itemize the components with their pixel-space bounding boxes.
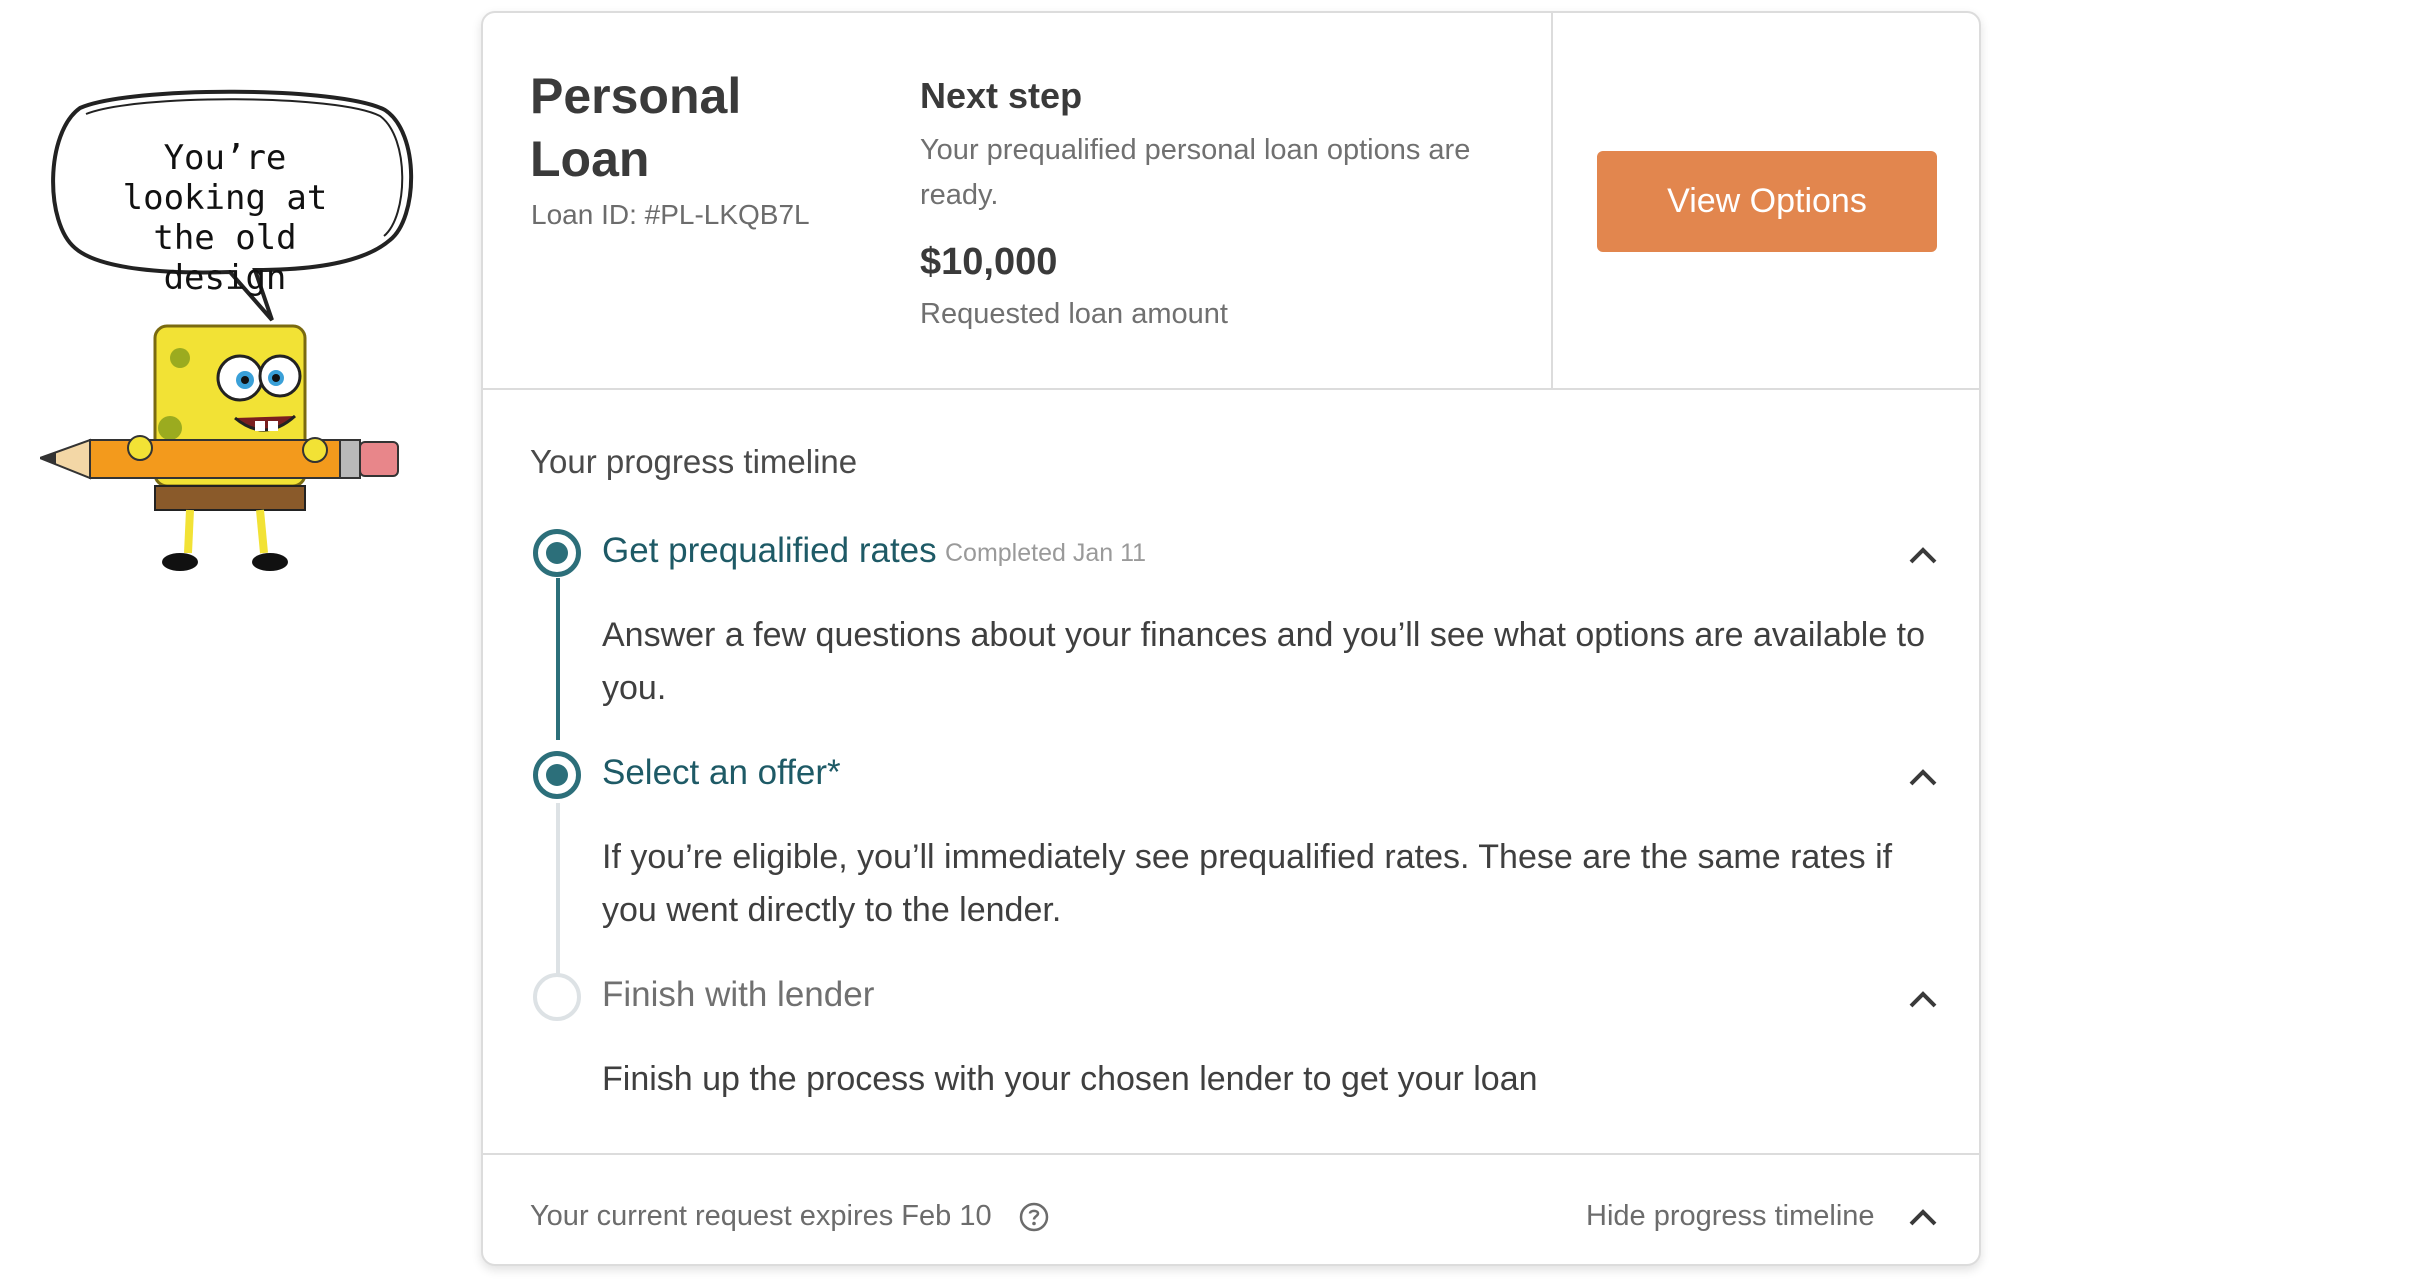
request-expiry-text: Your current request expires Feb 10: [530, 1200, 992, 1232]
cartoon-character-icon: [40, 324, 399, 571]
chevron-up-icon[interactable]: [1906, 765, 1940, 789]
step-description-finish-lender: Finish up the process with your chosen l…: [602, 1060, 1538, 1098]
view-options-button[interactable]: View Options: [1597, 151, 1937, 252]
requested-amount-label: Requested loan amount: [920, 298, 1228, 330]
loan-card: Personal Loan Loan ID: #PL-LKQB7L Next s…: [481, 11, 1981, 1266]
loan-summary: Personal Loan Loan ID: #PL-LKQB7L Next s…: [483, 13, 1979, 390]
loan-id: Loan ID: #PL-LKQB7L: [531, 199, 810, 230]
step-title-select-offer[interactable]: Select an offer*: [602, 753, 841, 793]
step-title-prequalified[interactable]: Get prequalified rates: [602, 531, 937, 571]
summary-divider: [1551, 13, 1553, 390]
help-circle-icon[interactable]: [1018, 1201, 1050, 1233]
step-completed-date: Completed Jan 11: [945, 539, 1147, 567]
step-title-finish-lender[interactable]: Finish with lender: [602, 975, 874, 1015]
old-design-sticker: You’re looking at the old design: [40, 88, 420, 578]
loan-title: Personal Loan: [530, 68, 742, 187]
step-description-select-offer: If you’re eligible, you’ll immediately s…: [602, 838, 1893, 929]
timeline-heading: Your progress timeline: [530, 443, 858, 480]
step-status-icon: [533, 751, 581, 799]
requested-amount: $10,000: [920, 241, 1058, 283]
step-description-prequalified: Answer a few questions about your financ…: [602, 616, 1926, 707]
step-status-icon: [533, 973, 581, 1021]
chevron-up-icon[interactable]: [1906, 1205, 1940, 1229]
chevron-up-icon[interactable]: [1906, 987, 1940, 1011]
card-footer: Your current request expires Feb 10 Hide…: [483, 1153, 1979, 1264]
chevron-up-icon[interactable]: [1906, 543, 1940, 567]
timeline-rail-completed: [556, 578, 560, 740]
next-step-label: Next step: [920, 75, 1083, 116]
hide-timeline-link[interactable]: Hide progress timeline: [1586, 1200, 1875, 1233]
speech-bubble-text: You’re looking at the old design: [122, 138, 328, 298]
step-status-icon: [533, 529, 581, 577]
timeline-rail-pending: [556, 803, 560, 976]
next-step-description: Your prequalified personal loan options …: [920, 134, 1471, 211]
